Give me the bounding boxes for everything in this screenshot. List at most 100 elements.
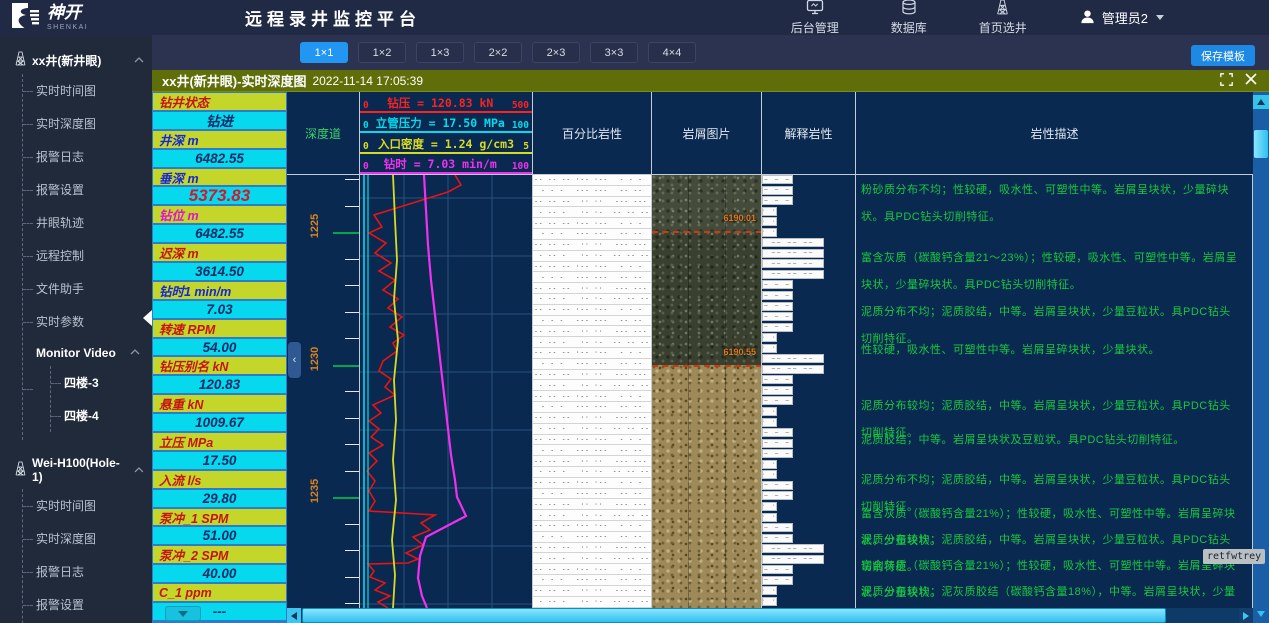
sidebar-item-报警设置[interactable]: 报警设置 — [23, 588, 152, 621]
lithology-description-header: 岩性描述 — [856, 92, 1253, 174]
derrick-icon — [995, 0, 1010, 18]
interp-lith-block: —— —— —— — [762, 259, 824, 268]
depth-minor-tick — [345, 206, 359, 207]
param-value: 7.03 — [153, 301, 286, 318]
interp-lith-block: · · — [762, 407, 777, 416]
lithology-percent-header: 百分比岩性 — [533, 92, 652, 174]
layout-button-4×4[interactable]: 4×4 — [648, 42, 696, 63]
legend-row-0: 0钻压 = 120.83 kN500 — [360, 92, 532, 113]
nav-item-1[interactable]: 数据库 — [891, 0, 927, 36]
interp-lith-block: · · — [762, 470, 777, 479]
layout-button-1×1[interactable]: 1×1 — [300, 42, 348, 63]
parameter-panel: 钻井状态钻进井深 m6482.55垂深 m5373.83钻位 m6482.55迟… — [152, 92, 287, 623]
param-label: 钻时1 min/m — [153, 282, 286, 299]
nav-item-0[interactable]: 后台管理 — [791, 0, 839, 36]
fullscreen-icon[interactable] — [1220, 73, 1233, 89]
sidebar-item-井眼轨迹[interactable]: 井眼轨迹 — [23, 206, 152, 239]
interp-lith-block: – – – — [762, 291, 793, 300]
layout-button-1×2[interactable]: 1×2 — [358, 42, 406, 63]
sidebar-item-四楼-4[interactable]: 四楼-4 — [51, 399, 152, 432]
layout-button-2×2[interactable]: 2×2 — [474, 42, 522, 63]
interp-lith-block: · · — [762, 586, 777, 595]
interp-lith-block: · · — [762, 502, 777, 511]
scroll-up-button[interactable] — [1253, 95, 1269, 109]
param-label: 立压 MPa — [153, 433, 286, 450]
param-label: 转速 RPM — [153, 320, 286, 337]
legend-row-2: 0入口密度 = 1.24 g/cm35 — [360, 133, 532, 154]
param-value: 17.50 — [153, 452, 286, 469]
sidebar-item-报警日志[interactable]: 报警日志 — [23, 140, 152, 173]
lith-pattern-row: -- -- --·-- ·--- - - — [533, 435, 651, 446]
interp-lith-block: – – – — [762, 396, 793, 405]
close-icon[interactable] — [1245, 73, 1257, 88]
lith-pattern-row: -- -- --·· ··--- --- — [533, 543, 651, 554]
triangle-left-icon — [291, 612, 297, 620]
interp-lith-block: · · — [762, 460, 777, 469]
database-icon — [901, 0, 917, 18]
well-node-1[interactable]: Wei-H100(Hole-1) — [0, 453, 152, 487]
horizontal-scroll-thumb[interactable] — [302, 608, 1166, 623]
lith-pattern-row: -- -- --·· ··--- --- — [533, 586, 651, 597]
horizontal-scrollbar[interactable] — [287, 608, 1253, 623]
photo-depth-label: 6190.01 — [723, 213, 756, 223]
sidebar-item-实时深度图[interactable]: 实时深度图 — [23, 107, 152, 140]
page-title: 远程录井监控平台 — [245, 5, 421, 30]
param-8: 悬重 kN1009.67 — [153, 395, 286, 431]
layout-button-2×3[interactable]: 2×3 — [532, 42, 580, 63]
sidebar-item-报警设置[interactable]: 报警设置 — [23, 173, 152, 206]
interp-lith-block: —— —— —— — [762, 365, 824, 374]
curve-legend: 0钻压 = 120.83 kN5000立管压力 = 17.50 MPa1000入… — [360, 92, 533, 174]
sidebar-item-四楼-3[interactable]: 四楼-3 — [51, 366, 152, 399]
sidebar-group-Monitor Video[interactable]: Monitor Video四楼-3四楼-4 — [23, 338, 152, 440]
sidebar-item-实时参数[interactable]: 实时参数 — [23, 305, 152, 338]
nav-item-2[interactable]: 首页选井 — [979, 0, 1027, 36]
cuttings-photo — [652, 365, 762, 608]
vertical-scroll-thumb[interactable] — [1254, 130, 1268, 158]
legend-text: 立管压力 = 17.50 MPa — [376, 115, 505, 131]
depth-minor-tick — [345, 285, 359, 286]
lith-pattern-row: -- -- --·-- ·--- - - — [533, 305, 651, 316]
param-label: 泵冲_2 SPM — [153, 546, 286, 563]
interp-lith-block: · · — [762, 513, 777, 522]
parameter-dropdown-button[interactable] — [165, 606, 201, 621]
scroll-right-button[interactable] — [1239, 608, 1253, 623]
param-label: 入流 l/s — [153, 471, 286, 488]
interp-lith-block: · · — [762, 418, 777, 427]
sidebar-item-实时时间图[interactable]: 实时时间图 — [23, 489, 152, 522]
well-node-0[interactable]: xx井(新井眼) — [0, 48, 152, 72]
depth-minor-tick — [345, 179, 359, 180]
user-icon — [1079, 8, 1096, 28]
layout-button-3×3[interactable]: 3×3 — [590, 42, 638, 63]
param-label: 钻压别名 kN — [153, 357, 286, 374]
scroll-left-button[interactable] — [287, 608, 301, 623]
lith-pattern-row: - -- -·- ·--- -- -- — [533, 251, 651, 262]
depth-major-tick — [333, 365, 359, 367]
sidebar-collapse-arrow[interactable] — [143, 310, 152, 326]
sidebar-item-报警日志[interactable]: 报警日志 — [23, 555, 152, 588]
depth-label: 1230 — [309, 339, 321, 379]
depth-minor-tick — [345, 524, 359, 525]
legend-min: 0 — [363, 141, 369, 152]
sidebar-item-远程控制[interactable]: 远程控制 — [23, 239, 152, 272]
interp-lith-block: · · — [762, 228, 777, 237]
vertical-scrollbar[interactable] — [1253, 92, 1269, 623]
chevron-down-icon — [178, 611, 188, 617]
sidebar-item-文件助手[interactable]: 文件助手 — [23, 272, 152, 305]
track-collapse-tab[interactable]: ‹ — [288, 342, 301, 378]
cuttings-photo — [652, 231, 762, 365]
param-label: 泵冲_1 SPM — [153, 509, 286, 526]
scroll-down-button[interactable] — [1253, 607, 1269, 621]
depth-track: 122512301235 — [287, 175, 360, 608]
legend-min: 0 — [363, 100, 369, 111]
lithology-description-3: 性较硬，吸水性、可塑性中等。岩屑呈碎块状，少量块状。 — [861, 337, 1239, 364]
interp-lith-block: – – – — [762, 481, 793, 490]
save-template-button[interactable]: 保存模板 — [1191, 45, 1255, 66]
nav-item-label: 数据库 — [891, 19, 927, 36]
sidebar-item-实时深度图[interactable]: 实时深度图 — [23, 522, 152, 555]
interp-lith-block: —— —— —— — [762, 249, 824, 258]
sidebar-item-实时时间图[interactable]: 实时时间图 — [23, 74, 152, 107]
interp-lith-block: – – – — [762, 565, 793, 574]
well-name: Wei-H100(Hole-1) — [32, 456, 129, 484]
user-menu[interactable]: 管理员2 — [1079, 8, 1164, 28]
layout-button-1×3[interactable]: 1×3 — [416, 42, 464, 63]
